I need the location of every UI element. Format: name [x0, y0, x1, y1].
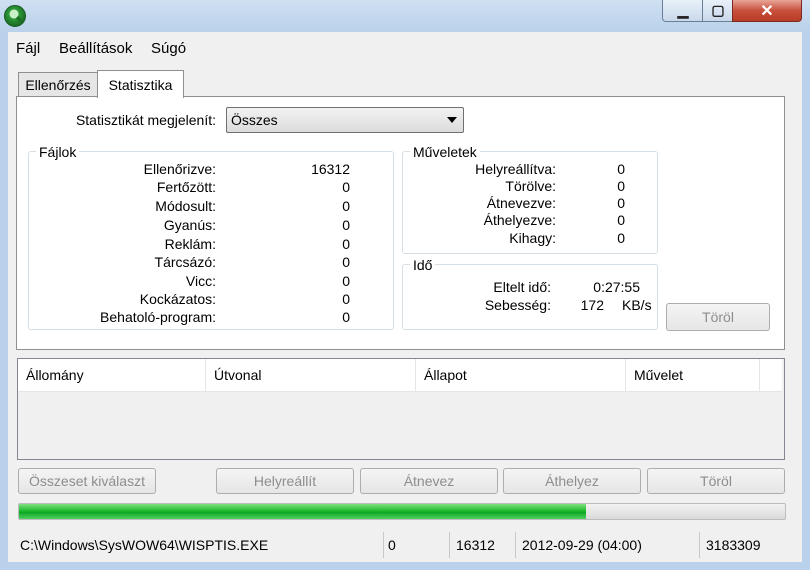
scan-progress-fill: [19, 504, 586, 519]
files-adware-label: Reklám:: [164, 236, 216, 252]
ops-moved-value: 0: [617, 212, 625, 228]
elapsed-time-label: Eltelt idő:: [493, 279, 551, 295]
move-button[interactable]: Áthelyez: [503, 468, 641, 494]
files-dialer-label: Tárcsázó:: [154, 254, 216, 270]
ops-moved-label: Áthelyezve:: [483, 212, 556, 228]
files-joke-label: Vicc:: [185, 273, 216, 289]
ops-renamed-label: Átnevezve:: [486, 195, 556, 211]
status-date: 2012-09-29 (04:00): [516, 532, 700, 558]
display-select[interactable]: Összes: [226, 107, 464, 133]
maximize-button[interactable]: ▢: [702, 0, 734, 22]
ops-skipped-label: Kihagy:: [509, 230, 556, 246]
files-adware-value: 0: [342, 236, 350, 252]
files-joke-value: 0: [342, 273, 350, 289]
files-risky-value: 0: [342, 291, 350, 307]
status-count-b: 16312: [450, 532, 516, 558]
menu-help[interactable]: Súgó: [151, 40, 186, 57]
menu-file[interactable]: Fájl: [16, 40, 40, 57]
delete-button[interactable]: Töröl: [647, 468, 785, 494]
status-size: 3183309: [706, 537, 761, 553]
restore-button[interactable]: Helyreállít: [216, 468, 354, 494]
operations-group-title: Műveletek: [410, 144, 480, 160]
files-infected-value: 0: [342, 179, 350, 195]
files-group-title: Fájlok: [36, 144, 80, 160]
speed-value: 172: [580, 297, 604, 313]
app-magnifier-icon: [4, 5, 26, 27]
display-select-value: Összes: [231, 112, 278, 128]
files-intruder-value: 0: [342, 309, 350, 325]
speed-unit: KB/s: [622, 297, 652, 313]
menu-settings[interactable]: Beállítások: [59, 40, 132, 57]
files-intruder-label: Behatoló-program:: [100, 309, 216, 325]
files-checked-label: Ellenőrizve:: [143, 161, 216, 177]
ops-renamed-value: 0: [617, 195, 625, 211]
files-suspicious-label: Gyanús:: [163, 217, 216, 233]
files-modified-value: 0: [342, 198, 350, 214]
clear-stats-button[interactable]: Töröl: [666, 303, 770, 331]
scan-progress-bar: [18, 503, 786, 520]
files-risky-label: Kockázatos:: [139, 291, 216, 307]
column-status[interactable]: Állapot: [416, 359, 626, 391]
time-group-title: Idő: [410, 257, 436, 273]
files-dialer-value: 0: [342, 254, 350, 270]
tab-statistics[interactable]: Statisztika: [97, 70, 184, 98]
status-current-file: C:\Windows\SysWOW64\WISPTIS.EXE: [16, 532, 384, 558]
ops-deleted-label: Törölve:: [505, 178, 556, 194]
minimize-button[interactable]: ▁: [662, 0, 704, 22]
files-modified-label: Módosult:: [155, 198, 216, 214]
files-suspicious-value: 0: [342, 217, 350, 233]
ops-skipped-value: 0: [617, 230, 625, 246]
ops-restored-label: Helyreállítva:: [475, 161, 556, 177]
close-button[interactable]: ✕: [732, 0, 802, 22]
column-action[interactable]: Művelet: [626, 359, 760, 391]
elapsed-time-value: 0:27:55: [593, 279, 640, 295]
tab-check[interactable]: Ellenőrzés: [18, 72, 98, 97]
ops-restored-value: 0: [617, 161, 625, 177]
select-all-button[interactable]: Összeset kiválaszt: [18, 468, 156, 494]
files-infected-label: Fertőzött:: [156, 179, 216, 195]
status-count-a: 0: [384, 532, 450, 558]
rename-button[interactable]: Átnevez: [360, 468, 498, 494]
column-file[interactable]: Állomány: [18, 359, 206, 391]
files-checked-value: 16312: [311, 161, 350, 177]
chevron-down-icon: [447, 117, 457, 123]
ops-deleted-value: 0: [617, 178, 625, 194]
display-label: Statisztikát megjelenít:: [75, 112, 216, 128]
column-path[interactable]: Útvonal: [206, 359, 416, 391]
speed-label: Sebesség:: [484, 297, 551, 313]
